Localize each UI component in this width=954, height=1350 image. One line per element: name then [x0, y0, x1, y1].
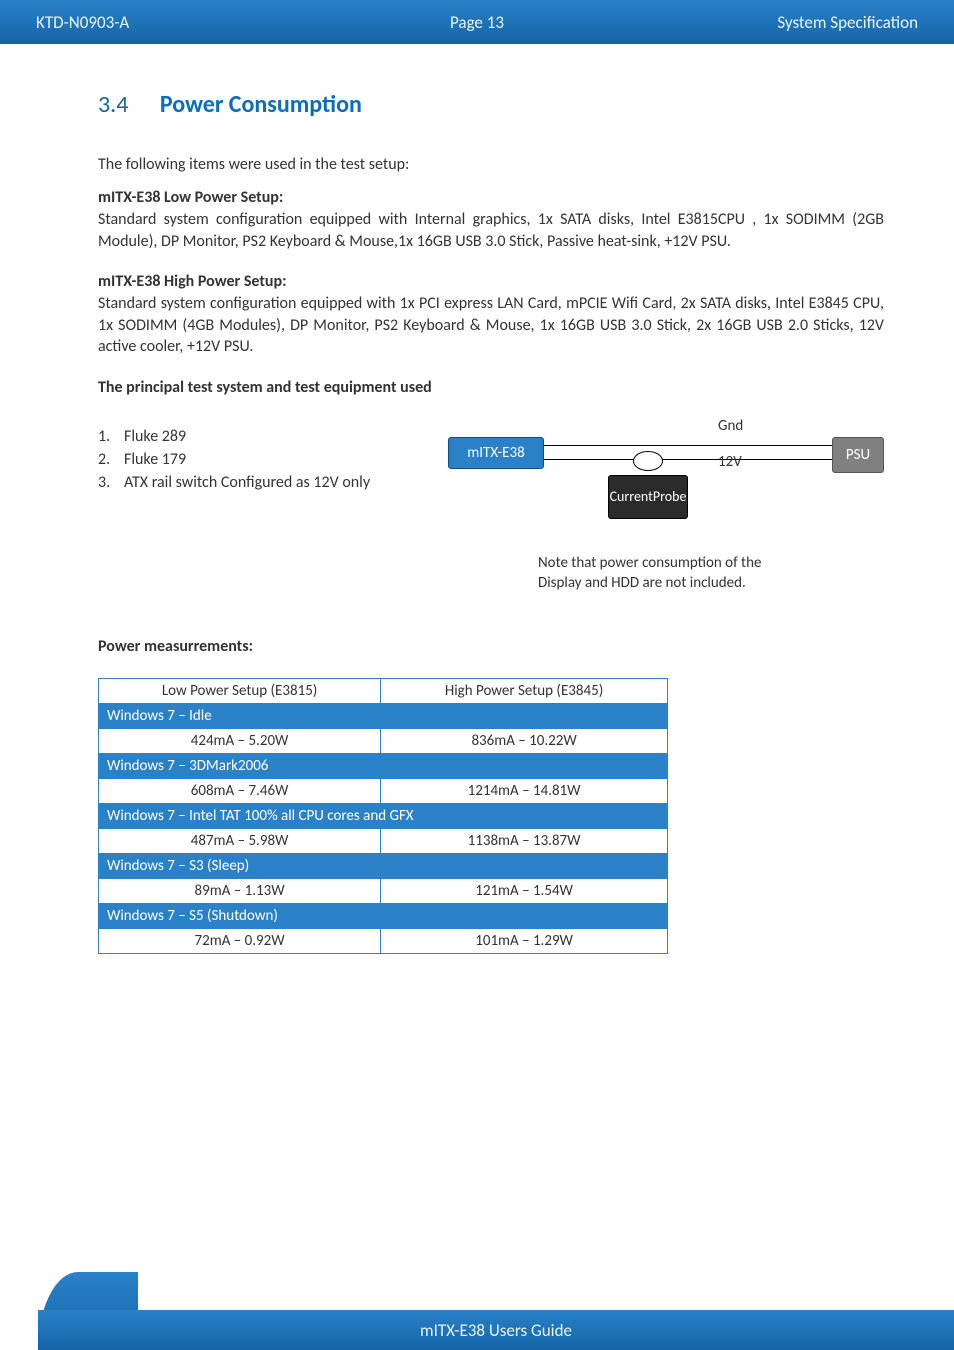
equip-item: Fluke 289 — [124, 427, 186, 446]
wire-gnd — [544, 445, 840, 447]
power-measurements-table: Low Power Setup (E3815) High Power Setup… — [98, 678, 668, 954]
list-item: 3.ATX rail switch Configured as 12V only — [98, 471, 428, 494]
cell-high: 1138mA – 13.87W — [381, 828, 668, 853]
section-title: Power Consumption — [160, 90, 362, 119]
note-line-1: Note that power consumption of the — [538, 554, 761, 572]
table-row: 608mA – 7.46W 1214mA – 14.81W — [99, 778, 668, 803]
table-band-row: Windows 7 – Idle — [99, 703, 668, 728]
intro-text: The following items were used in the tes… — [98, 155, 884, 174]
high-power-head: mITX-E38 High Power Setup: — [98, 272, 884, 291]
measurements-heading: Power measurrements: — [98, 637, 884, 656]
band-label: Windows 7 – S5 (Shutdown) — [99, 903, 668, 928]
header-section: System Specification — [777, 12, 918, 33]
label-12v: 12V — [718, 453, 742, 471]
probe-label-1: Current — [610, 489, 653, 504]
diagram-box-psu: PSU — [832, 437, 884, 473]
page-header: KTD-N0903-A Page 13 System Specification — [0, 0, 954, 44]
footer-title: mITX-E38 Users Guide — [420, 1320, 572, 1341]
header-doc-id: KTD-N0903-A — [36, 12, 129, 33]
probe-label-2: Probe — [653, 489, 687, 504]
table-band-row: Windows 7 – S3 (Sleep) — [99, 853, 668, 878]
high-power-body: Standard system configuration equipped w… — [98, 293, 884, 358]
cell-low: 424mA – 5.20W — [99, 728, 381, 753]
band-label: Windows 7 – 3DMark2006 — [99, 753, 668, 778]
col-low-power: Low Power Setup (E3815) — [99, 678, 381, 703]
label-gnd: Gnd — [718, 417, 743, 435]
footer-bar: mITX-E38 Users Guide — [38, 1310, 954, 1350]
cell-high: 121mA – 1.54W — [381, 878, 668, 903]
note-line-2: Display and HDD are not included. — [538, 574, 746, 592]
cell-high: 1214mA – 14.81W — [381, 778, 668, 803]
table-band-row: Windows 7 – 3DMark2006 — [99, 753, 668, 778]
col-high-power: High Power Setup (E3845) — [381, 678, 668, 703]
wire-12v — [544, 459, 840, 461]
table-band-row: Windows 7 – Intel TAT 100% all CPU cores… — [99, 803, 668, 828]
cell-high: 836mA – 10.22W — [381, 728, 668, 753]
cell-low: 89mA – 1.13W — [99, 878, 381, 903]
list-item: 1.Fluke 289 — [98, 425, 428, 448]
equipment-list: 1.Fluke 289 2.Fluke 179 3.ATX rail switc… — [98, 425, 428, 495]
cell-low: 608mA – 7.46W — [99, 778, 381, 803]
equipment-heading: The principal test system and test equip… — [98, 378, 884, 397]
low-power-head: mITX-E38 Low Power Setup: — [98, 188, 884, 207]
low-power-body: Standard system configuration equipped w… — [98, 209, 884, 252]
diagram-box-probe: Current Probe — [608, 475, 688, 519]
section-number: 3.4 — [98, 90, 128, 119]
probe-loop-icon — [633, 451, 663, 471]
cell-high: 101mA – 1.29W — [381, 928, 668, 953]
list-item: 2.Fluke 179 — [98, 448, 428, 471]
equip-item: Fluke 179 — [124, 450, 186, 469]
table-band-row: Windows 7 – S5 (Shutdown) — [99, 903, 668, 928]
page-footer: mITX-E38 Users Guide — [0, 1272, 954, 1350]
cell-low: 72mA – 0.92W — [99, 928, 381, 953]
section-heading: 3.4 Power Consumption — [98, 90, 884, 119]
cell-low: 487mA – 5.98W — [99, 828, 381, 853]
band-label: Windows 7 – S3 (Sleep) — [99, 853, 668, 878]
test-setup-diagram: mITX-E38 PSU Current Probe Gnd 12V Note … — [428, 425, 884, 575]
table-header-row: Low Power Setup (E3815) High Power Setup… — [99, 678, 668, 703]
band-label: Windows 7 – Idle — [99, 703, 668, 728]
diagram-box-mitx: mITX-E38 — [448, 437, 544, 469]
table-row: 424mA – 5.20W 836mA – 10.22W — [99, 728, 668, 753]
band-label: Windows 7 – Intel TAT 100% all CPU cores… — [99, 803, 668, 828]
table-row: 89mA – 1.13W 121mA – 1.54W — [99, 878, 668, 903]
equip-item: ATX rail switch Configured as 12V only — [124, 473, 370, 492]
diagram-note: Note that power consumption of the Displ… — [538, 553, 761, 594]
table-row: 487mA – 5.98W 1138mA – 13.87W — [99, 828, 668, 853]
table-row: 72mA – 0.92W 101mA – 1.29W — [99, 928, 668, 953]
